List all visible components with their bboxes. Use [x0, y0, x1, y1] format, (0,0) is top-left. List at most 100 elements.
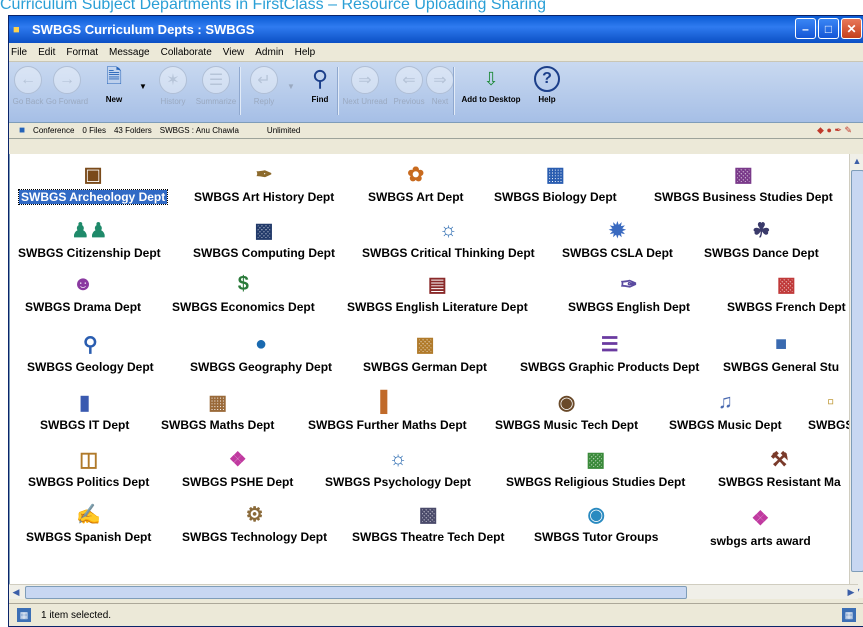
- history-button[interactable]: ✶ History: [153, 62, 193, 118]
- window-title: SWBGS Curriculum Depts : SWBGS: [32, 22, 255, 37]
- folder-spanish[interactable]: ✍ SWBGS Spanish Dept: [24, 502, 153, 545]
- find-button[interactable]: ⚲ Find: [303, 62, 337, 118]
- menu-message[interactable]: Message: [109, 47, 150, 58]
- folder-technology[interactable]: ⚙ SWBGS Technology Dept: [180, 502, 329, 545]
- scroll-up-arrow-icon[interactable]: ▲: [850, 154, 863, 168]
- vertical-scroll-thumb[interactable]: [851, 170, 863, 572]
- folder-english[interactable]: ✑ SWBGS English Dept: [566, 272, 692, 315]
- folder-music-tech[interactable]: ◉ SWBGS Music Tech Dept: [493, 390, 640, 433]
- file-count: 0 Files: [82, 126, 106, 135]
- folder-theatre-tech[interactable]: ▩ SWBGS Theatre Tech Dept: [350, 502, 506, 545]
- chat-icon: ❖: [751, 507, 770, 530]
- status-right-icon: ▦: [842, 608, 856, 622]
- folder-art-history[interactable]: ✒ SWBGS Art History Dept: [192, 162, 336, 205]
- folder-english-literature[interactable]: ▤ SWBGS English Literature Dept: [345, 272, 530, 315]
- computer-icon: ▮: [79, 391, 91, 414]
- folder-music[interactable]: ♫ SWBGS Music Dept: [667, 390, 784, 433]
- clapper-icon: ▩: [418, 503, 438, 526]
- globe-icon: ✹: [609, 219, 626, 242]
- minimize-button[interactable]: –: [795, 18, 816, 39]
- card-icon: ▩: [776, 273, 796, 296]
- folder-psychology[interactable]: ☼ SWBGS Psychology Dept: [323, 447, 473, 490]
- next-unread-button[interactable]: ⇒ Next Unread: [339, 62, 391, 118]
- palette-icon: ✿: [407, 163, 425, 186]
- vertical-scrollbar[interactable]: ▲ ▼: [849, 154, 863, 598]
- menu-format[interactable]: Format: [66, 47, 98, 58]
- horizontal-scroll-thumb[interactable]: [25, 586, 687, 599]
- folder-graphic-products[interactable]: ☰ SWBGS Graphic Products Dept: [518, 332, 701, 375]
- new-button[interactable]: 🗎 New: [89, 62, 139, 118]
- menu-collaborate[interactable]: Collaborate: [161, 47, 212, 58]
- mask-icon: ☻: [72, 272, 94, 295]
- folder-resistant-materials[interactable]: ⚒ SWBGS Resistant Ma: [716, 447, 843, 490]
- folder-french[interactable]: ▩ SWBGS French Dept: [725, 272, 848, 315]
- add-to-desktop-button[interactable]: ⇩ Add to Desktop: [455, 62, 527, 118]
- folder-maths[interactable]: ▦ SWBGS Maths Dept: [159, 390, 276, 433]
- status-tool-icons[interactable]: ◆ ● ✒ ✎: [817, 125, 852, 136]
- folder-swbgs-partial[interactable]: ▫ SWBGS: [806, 390, 855, 433]
- next-unread-icon: ⇒: [351, 66, 379, 94]
- conference-info-bar: ■ Conference 0 Files 43 Folders SWBGS : …: [9, 123, 863, 139]
- shoes-icon: ☘: [752, 219, 771, 242]
- folder-general-studies[interactable]: ■ SWBGS General Stu: [721, 332, 841, 375]
- folder-arts-award[interactable]: ❖ swbgs arts award: [708, 506, 813, 549]
- menu-edit[interactable]: Edit: [38, 47, 55, 58]
- history-icon: ✶: [159, 66, 187, 94]
- menu-view[interactable]: View: [223, 47, 245, 58]
- help-button[interactable]: ? Help: [527, 62, 567, 118]
- folder-art[interactable]: ✿ SWBGS Art Dept: [366, 162, 466, 205]
- speaker-icon: ◉: [557, 391, 576, 414]
- close-button[interactable]: ✕: [841, 18, 862, 39]
- folder-business-studies[interactable]: ▩ SWBGS Business Studies Dept: [652, 162, 835, 205]
- go-forward-button[interactable]: → Go Forward: [45, 62, 89, 118]
- folder-computing[interactable]: ▩ SWBGS Computing Dept: [191, 218, 337, 261]
- status-bar: ▦ 1 item selected. ▦: [9, 603, 863, 626]
- folder-geology[interactable]: ⚲ SWBGS Geology Dept: [25, 332, 156, 375]
- layers-icon: ☰: [600, 333, 619, 356]
- previous-button[interactable]: ⇐ Previous: [391, 62, 427, 118]
- people-icon: ♟♟: [71, 219, 108, 242]
- badge-icon: ◉: [587, 503, 605, 526]
- reply-button[interactable]: ↵ Reply: [241, 62, 287, 118]
- app-icon: ■: [13, 23, 20, 36]
- menu-admin[interactable]: Admin: [255, 47, 283, 58]
- new-dropdown-arrow-icon[interactable]: ▼: [139, 62, 153, 91]
- folder-economics[interactable]: $ SWBGS Economics Dept: [170, 272, 317, 315]
- folder-geography[interactable]: ● SWBGS Geography Dept: [188, 332, 334, 375]
- folder-german[interactable]: ▩ SWBGS German Dept: [361, 332, 489, 375]
- folder-biology[interactable]: ▦ SWBGS Biology Dept: [492, 162, 619, 205]
- folder-drama[interactable]: ☻ SWBGS Drama Dept: [23, 272, 143, 315]
- forward-arrow-icon: →: [53, 66, 81, 94]
- blocks-icon: ■: [774, 332, 788, 355]
- menu-help[interactable]: Help: [295, 47, 316, 58]
- folder-csla[interactable]: ✹ SWBGS CSLA Dept: [560, 218, 675, 261]
- folder-pshe[interactable]: ❖ SWBGS PSHE Dept: [180, 447, 295, 490]
- add-to-desktop-icon: ⇩: [483, 68, 499, 89]
- go-back-button[interactable]: ← Go Back: [11, 62, 45, 118]
- horizontal-scrollbar[interactable]: ◀ ▶: [9, 584, 858, 599]
- folder-it[interactable]: ▮ SWBGS IT Dept: [38, 390, 131, 433]
- folder-citizenship[interactable]: ♟♟ SWBGS Citizenship Dept: [16, 218, 163, 261]
- next-button[interactable]: ⇒ Next: [426, 62, 454, 118]
- folder-archeology[interactable]: ▣ SWBGS Archeology Dept: [17, 162, 169, 205]
- status-icon: ▦: [17, 608, 31, 622]
- scroll-left-arrow-icon[interactable]: ◀: [9, 585, 23, 599]
- folder-tutor-groups[interactable]: ◉ SWBGS Tutor Groups: [532, 502, 660, 545]
- monitor-icon: ▩: [254, 219, 274, 242]
- card-icon: ▩: [415, 333, 435, 356]
- books-icon: ▩: [586, 448, 606, 471]
- summarize-button[interactable]: ☰ Summarize: [193, 62, 239, 118]
- podium-icon: ◫: [79, 448, 99, 471]
- reply-dropdown-arrow-icon[interactable]: ▼: [287, 62, 303, 91]
- folder-politics[interactable]: ◫ SWBGS Politics Dept: [26, 447, 151, 490]
- book-icon: ▦: [545, 163, 565, 186]
- folder-religious-studies[interactable]: ▩ SWBGS Religious Studies Dept: [504, 447, 687, 490]
- folder-dance[interactable]: ☘ SWBGS Dance Dept: [702, 218, 821, 261]
- folder-critical-thinking[interactable]: ☼ SWBGS Critical Thinking Dept: [360, 218, 537, 261]
- chart-icon: ▌: [380, 390, 395, 413]
- menu-file[interactable]: File: [11, 47, 27, 58]
- folder-further-maths[interactable]: ▌ SWBGS Further Maths Dept: [306, 390, 469, 433]
- title-bar[interactable]: ■ SWBGS Curriculum Depts : SWBGS – □ ✕: [9, 16, 863, 43]
- maximize-button[interactable]: □: [818, 18, 839, 39]
- scroll-right-arrow-icon[interactable]: ▶: [844, 585, 858, 599]
